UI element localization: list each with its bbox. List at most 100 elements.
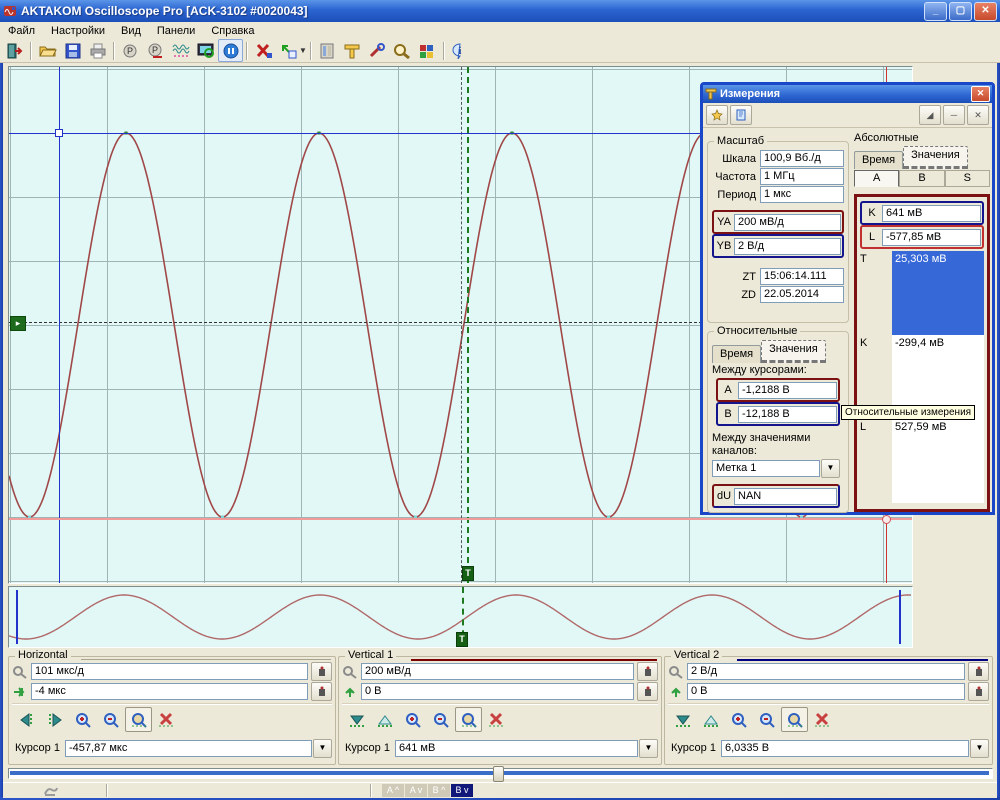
trigger-time-line[interactable] (467, 67, 469, 583)
v1-cursor-dropdown[interactable]: ▼ (639, 739, 658, 758)
v2-delete-cursor-icon[interactable] (809, 707, 836, 732)
print-icon[interactable] (85, 39, 110, 62)
h-position-field[interactable]: -4 мкс (31, 683, 308, 700)
h-auto-fit-icon[interactable] (125, 707, 152, 732)
v1-scale-field[interactable]: 200 мВ/д (361, 663, 634, 680)
trigger-flag[interactable]: T (462, 566, 474, 581)
h-position-apply-button[interactable] (311, 682, 332, 701)
cursor-1-vertical[interactable] (59, 67, 60, 583)
mark-select[interactable]: Метка 1 (712, 460, 820, 477)
absolute-tab-time[interactable]: Время (854, 151, 903, 169)
frequency-value-field[interactable]: 1 МГц (760, 168, 844, 185)
h-cursor-value-field[interactable]: -457,87 мкс (65, 740, 312, 757)
wizard-icon[interactable] (415, 39, 440, 62)
v2-cursor-dropdown[interactable]: ▼ (970, 739, 989, 758)
v1-shift-up-icon[interactable] (371, 707, 398, 732)
close-button[interactable]: ✕ (974, 2, 997, 21)
overview-plot-area[interactable]: T (8, 586, 913, 648)
h-cursor-dropdown[interactable]: ▼ (313, 739, 332, 758)
h-zoom-in-icon[interactable] (69, 707, 96, 732)
v2-offset-field[interactable]: 0 В (687, 683, 965, 700)
waves-icon[interactable] (168, 39, 193, 62)
zd-value-field[interactable]: 22.05.2014 (760, 286, 844, 303)
exit-icon[interactable] (2, 39, 27, 62)
favorites-icon[interactable] (706, 105, 728, 125)
measurements-icon[interactable] (340, 39, 365, 62)
menu-help[interactable]: Справка (203, 24, 262, 38)
open-folder-icon[interactable] (35, 39, 60, 62)
v2-auto-fit-icon[interactable] (781, 707, 808, 732)
channel-tab-s[interactable]: S (945, 170, 990, 187)
trigger-badge-a-up[interactable]: A ^ (382, 784, 404, 797)
panels-icon[interactable] (315, 39, 340, 62)
time-scrollbar-thumb[interactable] (493, 766, 504, 782)
v2-zoom-out-icon[interactable] (753, 707, 780, 732)
ya-value-field[interactable]: 200 мВ/д (734, 214, 841, 231)
cursor-a-value-field[interactable]: -1,2188 В (738, 382, 837, 399)
menu-file[interactable]: Файл (0, 24, 43, 38)
display-icon[interactable] (193, 39, 218, 62)
zt-value-field[interactable]: 15:06:14.111 (760, 268, 844, 285)
h-zoom-out-icon[interactable] (97, 707, 124, 732)
add-cursor-icon[interactable] (276, 39, 301, 62)
zoom-tool-icon[interactable] (390, 39, 415, 62)
list-row-l[interactable]: L 527,59 мВ (860, 419, 984, 503)
channel-marker[interactable]: ▸ (10, 316, 26, 331)
v1-delete-cursor-icon[interactable] (483, 707, 510, 732)
minimize-button[interactable]: _ (924, 2, 947, 21)
record-b-icon[interactable]: P (143, 39, 168, 62)
rollup-button[interactable]: ◢ (919, 105, 941, 125)
list-row-t[interactable]: T 25,303 мВ (860, 251, 984, 335)
measurements-dialog-titlebar[interactable]: Измерения ✕ (703, 85, 992, 103)
channel-tab-b[interactable]: B (899, 170, 944, 187)
trigger-badge-b-up[interactable]: B ^ (428, 784, 450, 797)
title-bar[interactable]: AKTAKOM Oscilloscope Pro [ACK-3102 #0020… (0, 0, 1000, 22)
close-panel-button[interactable]: ✕ (967, 105, 989, 125)
k-value-field[interactable]: 641 мВ (882, 205, 981, 222)
v1-cursor-value-field[interactable]: 641 мВ (395, 740, 638, 757)
v2-scale-field[interactable]: 2 В/д (687, 663, 965, 680)
cursor-1-handle[interactable] (55, 129, 63, 137)
add-cursor-dropdown[interactable]: ▼ (299, 46, 307, 55)
v2-zoom-in-icon[interactable] (725, 707, 752, 732)
pause-icon[interactable] (218, 39, 243, 62)
h-scale-apply-button[interactable] (311, 662, 332, 681)
record-a-icon[interactable]: P (118, 39, 143, 62)
v1-scale-apply-button[interactable] (637, 662, 658, 681)
v2-shift-down-icon[interactable] (669, 707, 696, 732)
v1-shift-down-icon[interactable] (343, 707, 370, 732)
v1-auto-fit-icon[interactable] (455, 707, 482, 732)
relative-tab-values[interactable]: Значения (761, 340, 826, 363)
h-shift-left-icon[interactable] (13, 707, 40, 732)
v1-offset-apply-button[interactable] (637, 682, 658, 701)
cursor-2-handle[interactable] (882, 515, 891, 524)
period-value-field[interactable]: 1 мкс (760, 186, 844, 203)
menu-settings[interactable]: Настройки (43, 24, 113, 38)
l-value-field[interactable]: -577,85 мВ (882, 229, 981, 246)
delete-cursor-icon[interactable] (251, 39, 276, 62)
cursor-2-horizontal[interactable] (9, 518, 912, 520)
relative-tab-time[interactable]: Время (712, 345, 761, 363)
du-value-field[interactable]: NAN (734, 488, 837, 505)
view-range-left[interactable] (16, 590, 18, 644)
trigger-badge-a-down[interactable]: A v (405, 784, 427, 797)
view-range-right[interactable] (899, 590, 901, 644)
h-delete-cursor-icon[interactable] (153, 707, 180, 732)
scale-value-field[interactable]: 100,9 Вб./д (760, 150, 844, 167)
save-icon[interactable] (60, 39, 85, 62)
menu-panels[interactable]: Панели (149, 24, 203, 38)
v1-zoom-in-icon[interactable] (399, 707, 426, 732)
dialog-close-button[interactable]: ✕ (971, 86, 990, 102)
menu-view[interactable]: Вид (113, 24, 149, 38)
info-icon[interactable]: i (448, 39, 473, 62)
v2-scale-apply-button[interactable] (968, 662, 989, 681)
v2-offset-apply-button[interactable] (968, 682, 989, 701)
cursor-b-value-field[interactable]: -12,188 В (738, 406, 837, 423)
h-scale-field[interactable]: 101 мкс/д (31, 663, 308, 680)
trigger-badge-b-down[interactable]: B v (451, 784, 473, 797)
overview-trigger-flag[interactable]: T (456, 632, 468, 647)
h-shift-right-icon[interactable] (41, 707, 68, 732)
channel-tab-a[interactable]: A (854, 170, 899, 187)
v1-zoom-out-icon[interactable] (427, 707, 454, 732)
absolute-tab-values[interactable]: Значения (903, 146, 968, 169)
